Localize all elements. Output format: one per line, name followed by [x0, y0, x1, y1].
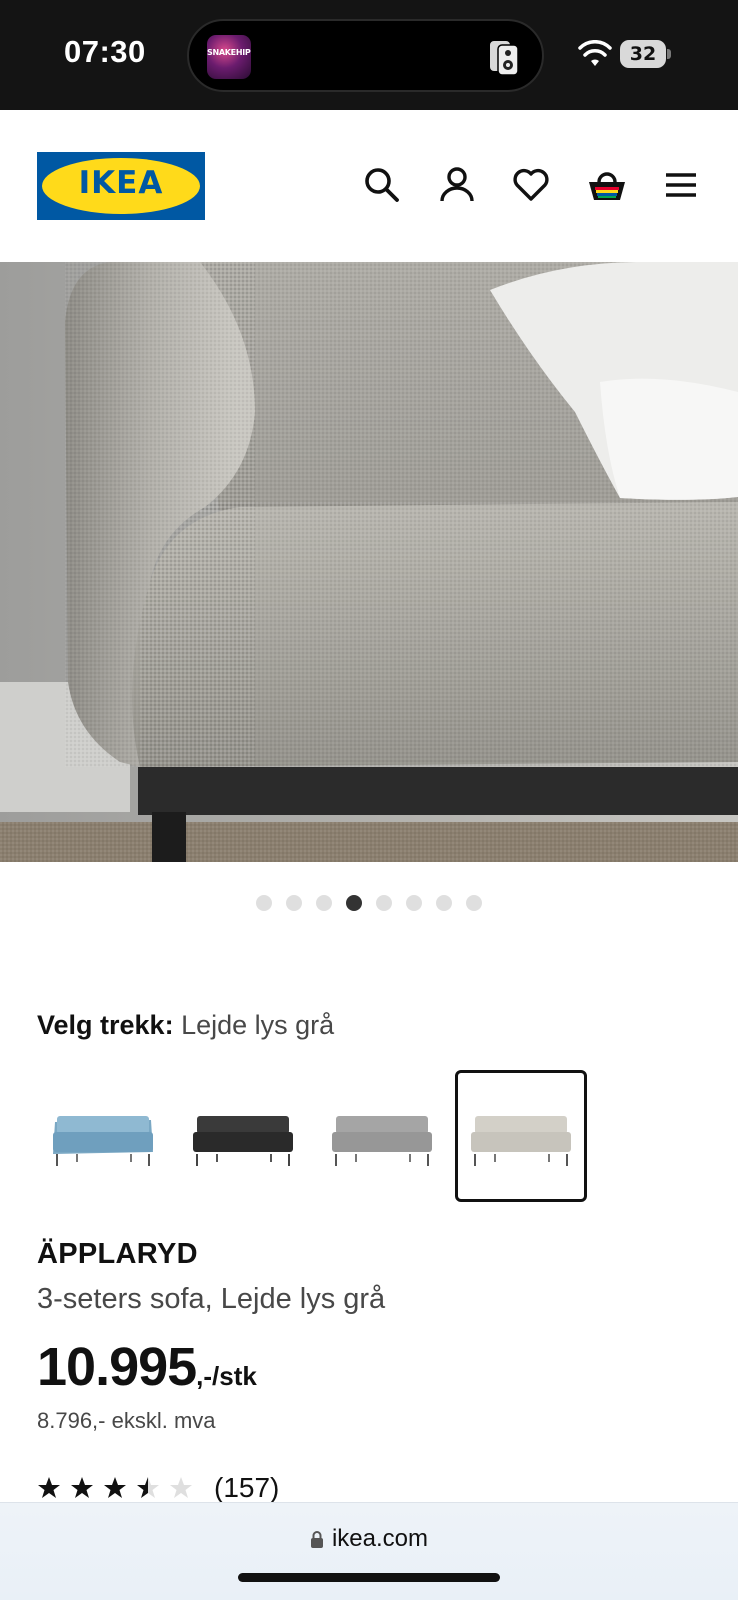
- speaker-icon: [490, 41, 519, 75]
- url-text: ikea.com: [331, 1525, 429, 1552]
- search-icon[interactable]: [363, 166, 401, 204]
- swatch-light-grey-beige[interactable]: [455, 1070, 587, 1202]
- sofa-thumbnail: [332, 1116, 432, 1166]
- price-suffix: ,-/stk: [196, 1361, 257, 1391]
- product-description: 3-seters sofa, Lejde lys grå: [37, 1283, 386, 1315]
- gallery-dot[interactable]: [316, 895, 332, 911]
- swatch-grey[interactable]: [316, 1070, 448, 1202]
- product-price: 10.995,-/stk: [37, 1336, 257, 1398]
- gallery-pagination: [0, 895, 738, 911]
- album-art-text: SNAKEHIPS: [207, 48, 251, 57]
- star-half-icon: [137, 1477, 159, 1498]
- battery-indicator: 32: [620, 40, 671, 68]
- battery-cap: [667, 49, 671, 59]
- star-empty-icon: [170, 1477, 192, 1498]
- logo-text: IKEA: [78, 165, 164, 201]
- dynamic-island[interactable]: SNAKEHIPS: [187, 19, 544, 92]
- site-header: IKEA: [0, 110, 738, 262]
- product-rating[interactable]: (157): [37, 1470, 279, 1506]
- price-excl-vat: 8.796,- ekskl. mva: [37, 1408, 216, 1433]
- star-full-icon: [38, 1477, 60, 1498]
- star-full-icon: [71, 1477, 93, 1498]
- menu-icon[interactable]: [662, 166, 700, 204]
- price-main: 10.995: [37, 1337, 197, 1397]
- gallery-dot[interactable]: [376, 895, 392, 911]
- gallery-dot[interactable]: [286, 895, 302, 911]
- sofa-thumbnail: [471, 1116, 571, 1166]
- variant-selected-value: Lejde lys grå: [181, 1010, 335, 1040]
- status-bar: 07:30 SNAKEHIPS 32: [0, 0, 738, 110]
- variant-label: Velg trekk: Lejde lys grå: [37, 1010, 334, 1041]
- gallery-dot[interactable]: [256, 895, 272, 911]
- product-image[interactable]: [0, 262, 738, 862]
- account-icon[interactable]: [438, 166, 476, 204]
- ikea-logo[interactable]: IKEA: [37, 152, 205, 220]
- variant-swatches: [37, 1070, 597, 1202]
- sofa-photo: [0, 262, 738, 862]
- sofa-thumbnail: [53, 1116, 153, 1166]
- swatch-black[interactable]: [177, 1070, 309, 1202]
- cart-icon[interactable]: [587, 166, 627, 204]
- swatch-light-blue[interactable]: [37, 1070, 169, 1202]
- product-name: ÄPPLARYD: [37, 1238, 198, 1270]
- battery-level: 32: [629, 43, 657, 65]
- gallery-dot[interactable]: [436, 895, 452, 911]
- gallery-dot-active[interactable]: [346, 895, 362, 911]
- url-display[interactable]: ikea.com: [0, 1525, 738, 1553]
- heart-icon[interactable]: [512, 166, 550, 204]
- lock-icon: [310, 1531, 323, 1548]
- status-time: 07:30: [64, 34, 146, 69]
- gallery-dot[interactable]: [406, 895, 422, 911]
- gallery-dot[interactable]: [466, 895, 482, 911]
- rating-count: (157): [214, 1472, 280, 1503]
- star-full-icon: [104, 1477, 126, 1498]
- home-indicator[interactable]: [238, 1573, 500, 1582]
- sofa-thumbnail: [193, 1116, 293, 1166]
- browser-url-bar[interactable]: ikea.com: [0, 1502, 738, 1600]
- wifi-icon: [578, 40, 612, 66]
- now-playing-album-art[interactable]: SNAKEHIPS: [207, 35, 251, 79]
- variant-label-key: Velg trekk:: [37, 1010, 174, 1040]
